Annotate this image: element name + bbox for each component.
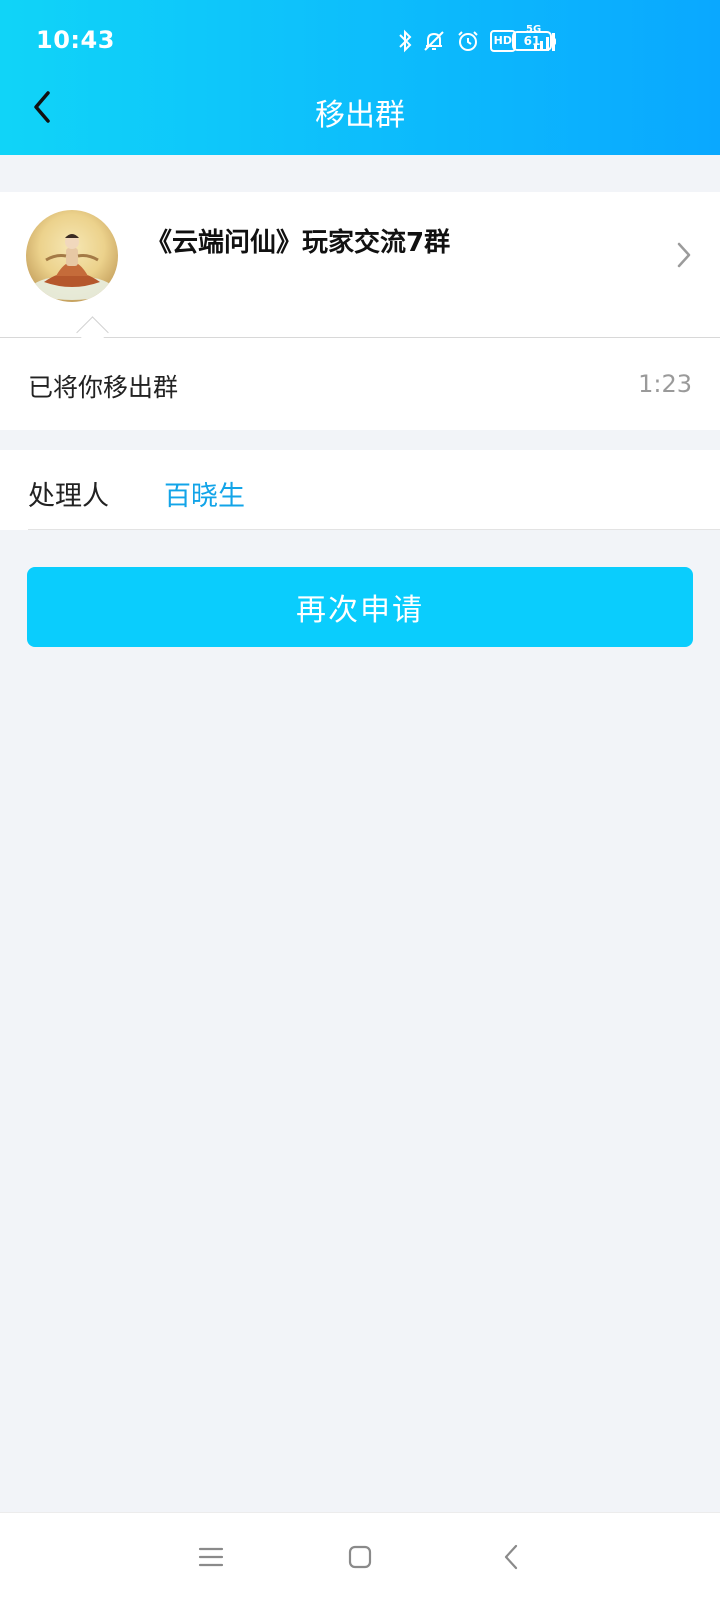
back-icon [504, 1544, 518, 1570]
nav-back-button[interactable] [481, 1531, 541, 1583]
message-text: 已将你移出群 [28, 373, 179, 402]
menu-button[interactable] [181, 1531, 241, 1583]
status-time: 10:43 [36, 26, 115, 54]
menu-icon [198, 1547, 224, 1567]
reapply-button[interactable]: 再次申请 [27, 567, 693, 647]
alarm-icon [456, 28, 480, 54]
handler-name-link[interactable]: 百晓生 [164, 474, 245, 513]
home-button[interactable] [330, 1531, 390, 1583]
message-time: 1:23 [638, 370, 692, 398]
handler-row: 处理人 百晓生 [0, 450, 720, 530]
message-row: 已将你移出群 1:23 [0, 338, 720, 430]
group-name: 《云端问仙》玩家交流7群 [146, 228, 451, 258]
handler-divider [28, 529, 720, 530]
battery-icon: 61 [512, 31, 556, 51]
system-nav-bar [0, 1512, 720, 1601]
group-card[interactable]: 《云端问仙》玩家交流7群 [0, 192, 720, 337]
home-icon [348, 1545, 372, 1569]
header-bar: 10:43 HD 5G 61 移出群 [0, 0, 720, 155]
chevron-right-icon[interactable] [674, 240, 694, 270]
handler-label: 处理人 [28, 481, 109, 512]
page-title: 移出群 [315, 98, 405, 133]
bluetooth-icon [398, 28, 412, 54]
mute-bell-icon [422, 28, 446, 54]
group-avatar[interactable] [26, 210, 118, 302]
battery-level: 61 [523, 34, 541, 48]
